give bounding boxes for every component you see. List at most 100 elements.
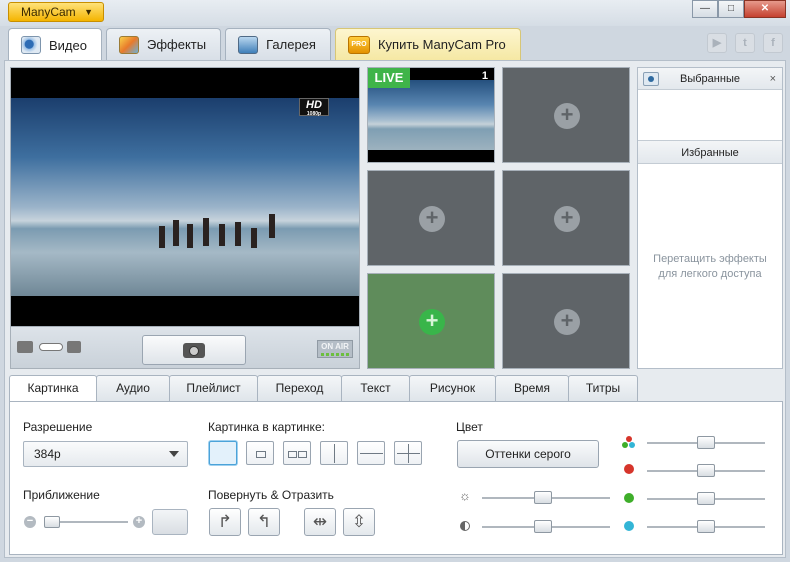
blue-slider[interactable] bbox=[647, 520, 765, 533]
flip-vertical-icon: ⇳ bbox=[351, 512, 367, 531]
pip-single-button[interactable] bbox=[246, 441, 274, 465]
source-cell[interactable]: + bbox=[502, 273, 630, 369]
red-slider[interactable] bbox=[647, 464, 765, 477]
green-slider-thumb[interactable] bbox=[697, 492, 715, 505]
zoom-preview-box[interactable] bbox=[152, 509, 188, 535]
tab-transition[interactable]: Переход bbox=[257, 375, 342, 401]
blue-slider-thumb[interactable] bbox=[697, 520, 715, 533]
grayscale-button[interactable]: Оттенки серого bbox=[457, 440, 599, 468]
source-cell[interactable]: + bbox=[367, 170, 495, 266]
tab-captions[interactable]: Титры bbox=[568, 375, 638, 401]
hd-label: HD bbox=[306, 99, 322, 111]
hd-badge: HD 1080p bbox=[299, 98, 329, 117]
close-button[interactable]: ✕ bbox=[744, 0, 786, 18]
add-source-icon[interactable]: + bbox=[419, 309, 445, 335]
pip-split-horizontal-button[interactable] bbox=[357, 441, 385, 465]
green-channel-icon bbox=[624, 493, 634, 503]
pip-double-button[interactable] bbox=[283, 441, 311, 465]
source-cell-live[interactable]: LIVE 1 bbox=[367, 67, 495, 163]
zoom-out-icon[interactable]: − bbox=[24, 516, 36, 528]
add-source-icon[interactable]: + bbox=[554, 206, 580, 232]
window-controls: — □ ✕ bbox=[692, 0, 786, 18]
zoom-slider-thumb[interactable] bbox=[44, 516, 60, 528]
eye-icon[interactable] bbox=[643, 72, 659, 86]
tab-audio[interactable]: Аудио bbox=[96, 375, 170, 401]
source-cell[interactable]: + bbox=[502, 67, 630, 163]
main-preview: HD 1080p ON AIR bbox=[10, 67, 360, 369]
minimize-button[interactable]: — bbox=[692, 0, 718, 18]
tab-effects[interactable]: Эффекты bbox=[105, 28, 222, 60]
on-air-indicator: ON AIR bbox=[317, 340, 353, 358]
video-camera-icon bbox=[17, 341, 33, 353]
pip-label: Картинка в картинке: bbox=[208, 420, 325, 434]
tab-video[interactable]: Видео bbox=[8, 28, 102, 61]
video-tab-content: HD 1080p ON AIR LIVE 1 + + + + + Выбранн… bbox=[4, 60, 786, 558]
maximize-button[interactable]: □ bbox=[718, 0, 744, 18]
rotate-label: Повернуть & Отразить bbox=[208, 488, 334, 502]
tab-gallery[interactable]: Галерея bbox=[225, 28, 331, 60]
tab-video-label: Видео bbox=[49, 37, 87, 53]
pip-quad-button[interactable] bbox=[394, 441, 422, 465]
saturation-slider[interactable] bbox=[647, 436, 765, 449]
tab-buy-pro-label: Купить ManyCam Pro bbox=[377, 37, 506, 52]
drag-hint-line2: для легкого доступа bbox=[658, 268, 762, 280]
video-photo-toggle[interactable] bbox=[39, 343, 63, 351]
twitter-icon[interactable]: t bbox=[735, 33, 755, 53]
brightness-slider-thumb[interactable] bbox=[534, 491, 552, 504]
resolution-label: Разрешение bbox=[23, 420, 93, 434]
video-icon bbox=[21, 36, 41, 54]
live-source-number[interactable]: 1 bbox=[482, 70, 488, 82]
red-slider-thumb[interactable] bbox=[697, 464, 715, 477]
app-menu-label: ManyCam bbox=[21, 5, 76, 19]
source-cell-selected[interactable]: + bbox=[367, 273, 495, 369]
facebook-icon[interactable]: f bbox=[763, 33, 783, 53]
flip-vertical-button[interactable]: ⇳ bbox=[343, 508, 375, 536]
source-cell[interactable]: + bbox=[502, 170, 630, 266]
zoom-in-icon[interactable]: + bbox=[133, 516, 145, 528]
contrast-slider-thumb[interactable] bbox=[534, 520, 552, 533]
tab-text[interactable]: Текст bbox=[341, 375, 410, 401]
flip-horizontal-button[interactable]: ⇹ bbox=[304, 508, 336, 536]
add-source-icon[interactable]: + bbox=[419, 206, 445, 232]
tab-playlist[interactable]: Плейлист bbox=[169, 375, 258, 401]
pro-icon: PRO bbox=[347, 35, 370, 54]
selected-header: Выбранные × bbox=[638, 68, 782, 90]
tab-picture[interactable]: Картинка bbox=[9, 375, 97, 402]
app-menu-button[interactable]: ManyCam ▼ bbox=[8, 2, 104, 22]
selected-title: Выбранные bbox=[680, 73, 740, 85]
red-channel-icon bbox=[624, 464, 634, 474]
contrast-slider[interactable] bbox=[482, 520, 610, 533]
tab-time[interactable]: Время bbox=[495, 375, 569, 401]
tab-buy-pro[interactable]: PRO Купить ManyCam Pro bbox=[334, 28, 521, 60]
snapshot-button[interactable] bbox=[142, 335, 246, 365]
chevron-down-icon: ▼ bbox=[84, 7, 93, 17]
effects-icon bbox=[118, 35, 139, 54]
drag-hint: Перетащить эффекты для легкого доступа bbox=[644, 252, 776, 282]
add-source-icon[interactable]: + bbox=[554, 103, 580, 129]
color-label: Цвет bbox=[456, 420, 483, 434]
pip-split-vertical-button[interactable] bbox=[320, 441, 348, 465]
live-badge: LIVE bbox=[368, 68, 410, 88]
live-thumbnail bbox=[368, 80, 494, 150]
settings-tabs: Картинка Аудио Плейлист Переход Текст Ри… bbox=[9, 375, 638, 402]
brightness-slider[interactable] bbox=[482, 491, 610, 504]
rotate-left-button[interactable]: ↰ bbox=[248, 508, 280, 536]
rgb-icon bbox=[622, 436, 636, 450]
resolution-select[interactable]: 384p bbox=[23, 441, 188, 467]
rotate-right-icon: ↱ bbox=[217, 512, 233, 531]
favorites-header[interactable]: Избранные bbox=[638, 140, 782, 164]
youtube-icon[interactable]: ▶ bbox=[707, 33, 727, 53]
pip-none-button[interactable] bbox=[209, 441, 237, 465]
on-air-label: ON AIR bbox=[321, 342, 349, 351]
drag-hint-line1: Перетащить эффекты bbox=[653, 253, 767, 265]
saturation-slider-thumb[interactable] bbox=[697, 436, 715, 449]
video-frame: HD 1080p bbox=[11, 98, 359, 296]
close-icon[interactable]: × bbox=[770, 68, 776, 90]
resolution-value: 384p bbox=[34, 447, 61, 461]
rotate-right-button[interactable]: ↱ bbox=[209, 508, 241, 536]
green-slider[interactable] bbox=[647, 492, 765, 505]
add-source-icon[interactable]: + bbox=[554, 309, 580, 335]
tab-drawing[interactable]: Рисунок bbox=[409, 375, 496, 401]
title-bar: ManyCam ▼ — □ ✕ bbox=[0, 0, 790, 26]
effects-panel: Выбранные × Избранные Перетащить эффекты… bbox=[637, 67, 783, 369]
